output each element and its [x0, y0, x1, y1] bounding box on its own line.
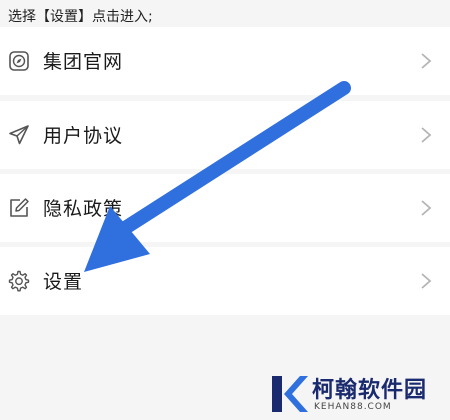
- menu-item-group-website[interactable]: 集团官网: [0, 27, 450, 95]
- kehan-logo-icon: [272, 376, 308, 412]
- chevron-right-icon: [420, 52, 432, 70]
- menu-item-label: 隐私政策: [43, 197, 124, 220]
- menu-item-label: 设置: [43, 270, 84, 293]
- chevron-right-icon: [420, 126, 432, 144]
- menu-item-user-agreement[interactable]: 用户协议: [0, 101, 450, 169]
- watermark: 柯翰软件园 KEHAN88.COM: [268, 370, 448, 418]
- compass-icon: [7, 49, 31, 73]
- paper-plane-icon: [7, 123, 31, 147]
- gear-icon: [7, 269, 31, 293]
- watermark-brand: 柯翰软件园: [312, 378, 428, 403]
- instruction-text: 选择【设置】点击进入;: [8, 9, 153, 25]
- menu-item-label: 用户协议: [43, 124, 124, 147]
- menu-item-label: 集团官网: [43, 50, 124, 73]
- menu-item-settings[interactable]: 设置: [0, 247, 450, 315]
- watermark-domain: KEHAN88.COM: [314, 402, 392, 412]
- menu-item-privacy-policy[interactable]: 隐私政策: [0, 174, 450, 242]
- edit-icon: [7, 196, 31, 220]
- chevron-right-icon: [420, 272, 432, 290]
- chevron-right-icon: [420, 199, 432, 217]
